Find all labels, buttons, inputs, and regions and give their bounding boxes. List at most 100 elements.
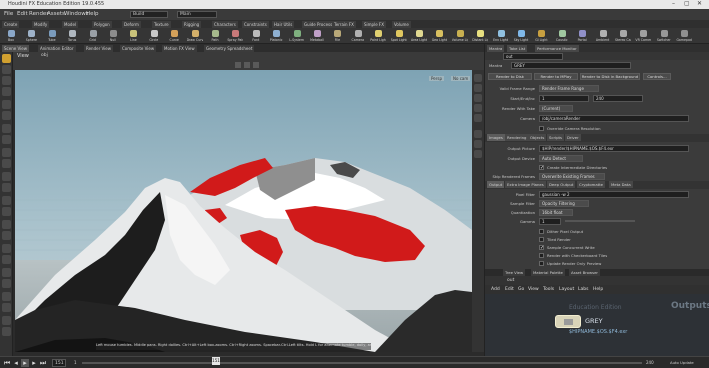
right-view-icon[interactable]: [474, 104, 482, 112]
node-name-field[interactable]: GREY: [511, 62, 631, 69]
shelf-tool-button[interactable]: Path: [208, 29, 222, 43]
shelf-tool-button[interactable]: Line: [126, 29, 140, 43]
output-device-dropdown[interactable]: Auto Detect: [539, 155, 583, 162]
minimize-icon[interactable]: –: [672, 1, 675, 7]
tab-take-list[interactable]: Take List: [507, 45, 528, 52]
select-tool-icon[interactable]: [2, 54, 11, 63]
pane-tab[interactable]: Render View: [84, 45, 114, 52]
pose-tool-icon[interactable]: [2, 124, 11, 133]
shelf-tool-button[interactable]: Stereo Cam: [615, 29, 631, 43]
valid-frame-range-dropdown[interactable]: Render Frame Range: [539, 85, 599, 92]
shelf-tool-button[interactable]: Area Light: [411, 29, 427, 43]
close-icon[interactable]: ✕: [697, 1, 702, 7]
handle-tool-icon[interactable]: [2, 100, 11, 109]
shelf-tool-button[interactable]: Point Light: [370, 29, 386, 43]
shading-tool-icon[interactable]: [2, 220, 11, 229]
display-options-icon[interactable]: [235, 62, 241, 68]
subtab-meta-data[interactable]: Meta Data: [609, 181, 633, 188]
shelf-tool-button[interactable]: Font: [249, 29, 263, 43]
net-menu-go[interactable]: Go: [518, 287, 524, 292]
preview-checkbox[interactable]: [539, 261, 544, 266]
create-dirs-checkbox[interactable]: ✓: [539, 165, 544, 171]
tab-asset-browser[interactable]: Asset Browser: [569, 269, 600, 276]
shelf-tool-button[interactable]: GI Light: [534, 29, 548, 43]
subtab-output[interactable]: Output: [487, 181, 505, 188]
play-icon[interactable]: ▸: [21, 359, 29, 367]
grid-tool-icon[interactable]: [2, 159, 11, 168]
tab-tree-view[interactable]: Tree View: [503, 269, 526, 276]
maximize-icon[interactable]: ▢: [684, 1, 690, 7]
net-menu-help[interactable]: Help: [593, 287, 603, 292]
shelf-tab[interactable]: Volume: [392, 21, 411, 28]
shelf-tab[interactable]: Deform: [122, 21, 141, 28]
net-menu-view[interactable]: View: [528, 287, 539, 292]
menu-help[interactable]: Help: [86, 11, 99, 17]
step-back-icon[interactable]: ◂: [12, 359, 20, 367]
background-icon[interactable]: [253, 62, 259, 68]
network-selector[interactable]: Main: [177, 11, 217, 18]
shelf-tool-button[interactable]: Sky Light: [514, 29, 528, 43]
shelf-tool-button[interactable]: Draw Curve: [187, 29, 203, 43]
menu-windows[interactable]: Windows: [64, 11, 89, 17]
tab-performance-monitor[interactable]: Performance Monitor: [535, 45, 579, 52]
param-path-field[interactable]: out: [503, 53, 563, 60]
pane-tab[interactable]: Geometry Spreadsheet: [204, 45, 255, 52]
shelf-tool-button[interactable]: Metaball: [310, 29, 324, 43]
shelf-tool-button[interactable]: Tube: [45, 29, 59, 43]
pane-tab[interactable]: Scene View: [2, 45, 29, 52]
frame-tool-icon[interactable]: [2, 279, 11, 288]
viewport-path[interactable]: obj: [41, 53, 48, 58]
tab-objects[interactable]: Objects: [528, 134, 547, 141]
pane-tab[interactable]: Animation Editor: [38, 45, 76, 52]
viewport-persp-label[interactable]: Persp: [429, 76, 444, 81]
top-view-icon[interactable]: [474, 84, 482, 92]
checkerboard-checkbox[interactable]: [539, 253, 544, 258]
step-forward-icon[interactable]: ▸: [30, 359, 38, 367]
shelf-tool-button[interactable]: Switcher: [657, 29, 671, 43]
pixel-filter-field[interactable]: gaussian -w 2: [539, 191, 689, 198]
shelf-tab[interactable]: Simple FX: [362, 21, 386, 28]
shelf-tool-button[interactable]: Gamepad: [676, 29, 692, 43]
wire-tool-icon[interactable]: [2, 231, 11, 240]
safe-area-icon[interactable]: [474, 140, 482, 148]
shelf-tool-button[interactable]: Platonic: [269, 29, 283, 43]
shelf-tool-button[interactable]: Torus: [65, 29, 79, 43]
shelf-tab[interactable]: Model: [62, 21, 79, 28]
gamma-field[interactable]: 1: [539, 218, 561, 225]
menu-file[interactable]: File: [4, 11, 13, 17]
uv-view-icon[interactable]: [474, 114, 482, 122]
shelf-tool-button[interactable]: Curve: [167, 29, 181, 43]
tab-driver[interactable]: Driver: [565, 134, 581, 141]
shelf-tool-button[interactable]: L-System: [289, 29, 304, 43]
shelf-tab[interactable]: Rigging: [182, 21, 202, 28]
tab-mantra[interactable]: Mantra: [487, 45, 505, 52]
render-to-mplay-button[interactable]: Render to MPlay: [534, 73, 578, 80]
shelf-tool-button[interactable]: Ambient: [596, 29, 610, 43]
ortho-toggle-icon[interactable]: [474, 130, 482, 138]
render-with-take-dropdown[interactable]: (Current): [539, 105, 573, 112]
snap-tool-icon[interactable]: [2, 148, 11, 157]
shelf-tool-button[interactable]: Spray Paint: [227, 29, 243, 43]
shelf-tab[interactable]: Constraints: [242, 21, 269, 28]
ghost-tool-icon[interactable]: [2, 183, 11, 192]
isolate-tool-icon[interactable]: [2, 268, 11, 277]
shelf-tool-button[interactable]: Box: [4, 29, 18, 43]
output-picture-field[interactable]: $HIP/render/$HIPNAME.$OS.$F4.exr: [539, 145, 689, 152]
shelf-tool-button[interactable]: Env Light: [493, 29, 508, 43]
shelf-tab[interactable]: Create: [2, 21, 20, 28]
viewport-camera-label[interactable]: No cam: [451, 76, 471, 81]
lock-view-icon[interactable]: [244, 62, 250, 68]
subtab-deep-output[interactable]: Deep Output: [547, 181, 576, 188]
shelf-tool-button[interactable]: Spot Light: [391, 29, 407, 43]
desktop-selector[interactable]: Build: [130, 11, 168, 18]
subtab-cryptomatte[interactable]: Cryptomatte: [577, 181, 606, 188]
shelf-tool-button[interactable]: VR Camera: [635, 29, 651, 43]
shelf-tab[interactable]: Polygon: [92, 21, 112, 28]
pane-tab[interactable]: Motion FX View: [162, 45, 197, 52]
rotate-tool-icon[interactable]: [2, 76, 11, 85]
brush-tool-icon[interactable]: [2, 135, 11, 144]
shelf-tool-button[interactable]: Geo Light: [432, 29, 447, 43]
menu-assets[interactable]: Assets: [47, 11, 65, 17]
points-tool-icon[interactable]: [2, 244, 11, 253]
home-tool-icon[interactable]: [2, 292, 11, 301]
